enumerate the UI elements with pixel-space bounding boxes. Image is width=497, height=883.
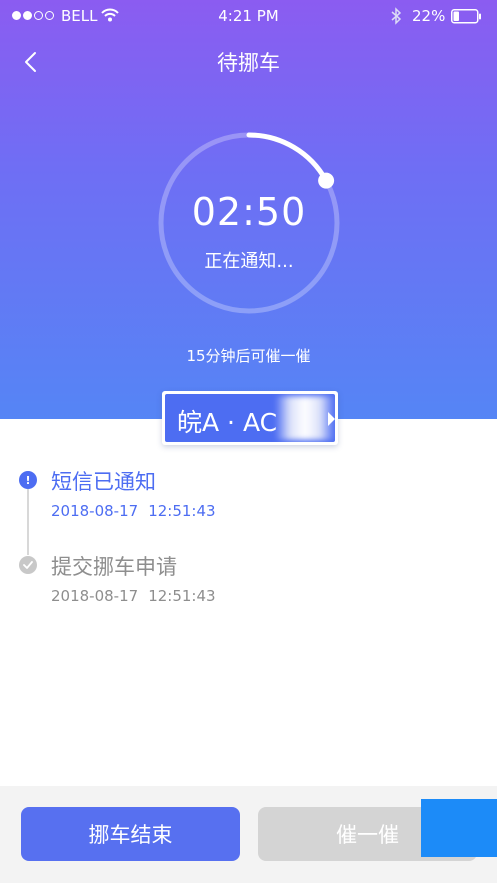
remind-hint: 15分钟后可催一催 (186, 347, 311, 365)
info-icon: ! (19, 471, 37, 489)
timeline-item-time: 2018-08-17 12:51:43 (51, 587, 216, 605)
screen: BELL 4:21 PM 22% 待挪车 02:50 正在通知... 15分钟后… (0, 0, 497, 883)
bluetooth-icon (391, 7, 402, 25)
check-icon (19, 556, 37, 574)
timeline-line (27, 489, 29, 555)
overlay-block (421, 799, 497, 857)
battery-percent: 22% (412, 7, 446, 25)
license-plate-face: 皖A · AC (165, 394, 335, 442)
plate-blur-mask (275, 396, 335, 440)
notify-status: 正在通知... (204, 251, 294, 272)
timeline-item-date-value: 2018-08-17 (51, 587, 139, 605)
countdown-progress-knob (318, 172, 335, 189)
timeline-item-date-value: 2018-08-17 (51, 502, 139, 520)
timeline-item-time-value: 12:51:43 (148, 587, 216, 605)
page-title: 待挪车 (217, 51, 280, 75)
plate-arrow-icon (328, 412, 335, 426)
license-plate: 皖A · AC (162, 391, 338, 445)
countdown-progress-arc (246, 132, 329, 184)
timeline-item-title: 提交挪车申请 (51, 555, 177, 579)
license-plate-text: 皖A · AC (177, 408, 278, 437)
countdown-time: 02:50 (191, 190, 307, 234)
timeline-item-title: 短信已通知 (51, 470, 156, 494)
header-background: BELL 4:21 PM 22% 待挪车 02:50 正在通知... 15分钟后… (0, 0, 497, 419)
timeline-item-time: 2018-08-17 12:51:43 (51, 502, 216, 520)
battery-icon (451, 9, 481, 24)
status-bar: BELL 4:21 PM 22% (0, 0, 497, 34)
end-move-button[interactable]: 挪车结束 (21, 807, 240, 861)
timeline-item-time-value: 12:51:43 (148, 502, 216, 520)
